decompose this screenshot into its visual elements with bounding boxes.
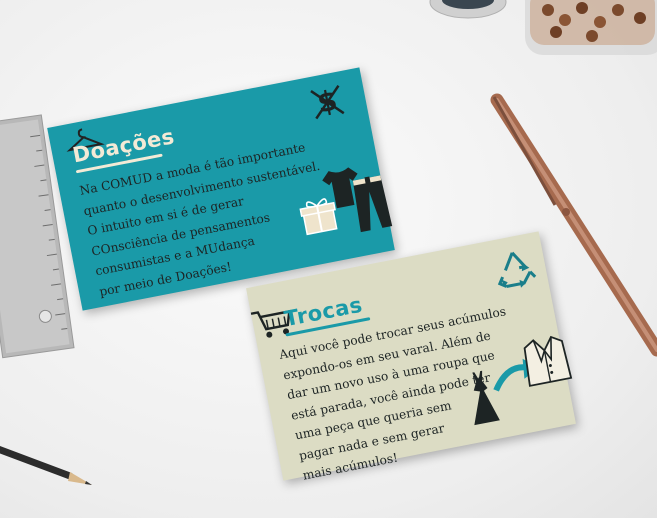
jar-lid-icon — [429, 0, 507, 19]
no-money-icon: $ — [310, 84, 345, 120]
coffee-jar-icon — [525, 0, 657, 55]
desk-scene: Doações $ Na COMUD a moda é tão importan… — [0, 0, 657, 518]
pencil-icon — [0, 446, 92, 485]
recycle-icon — [497, 251, 537, 288]
blazer-icon — [523, 335, 573, 387]
